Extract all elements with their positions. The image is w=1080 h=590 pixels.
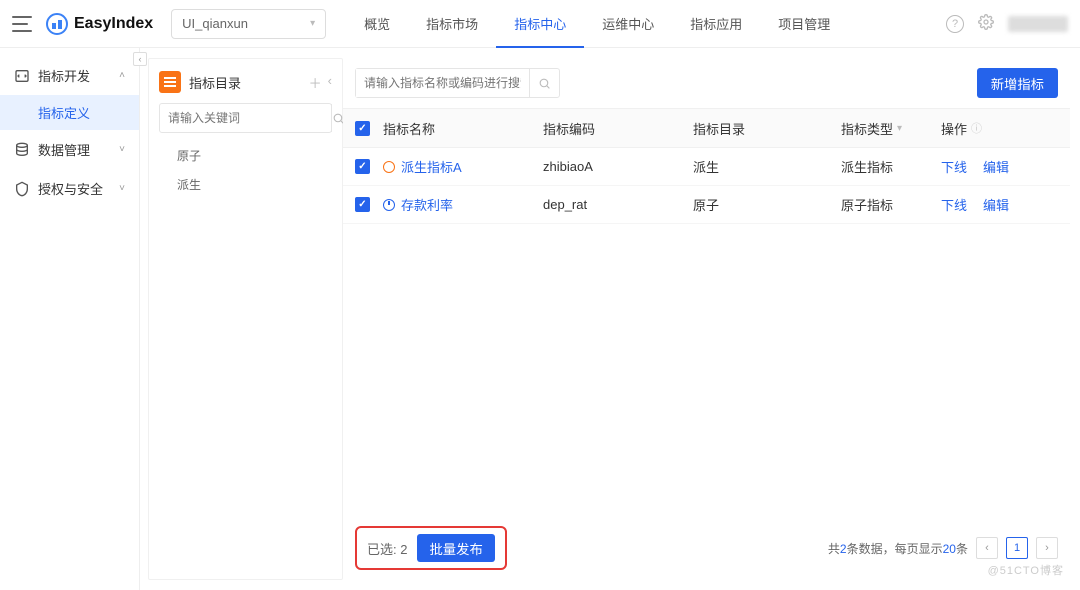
directory-tree: 指标目录 ＋ ‹ 原子 派生 (148, 58, 343, 580)
add-folder-icon[interactable]: ＋ (309, 73, 322, 92)
metric-name-link[interactable]: 存款利率 (401, 195, 453, 214)
table-row: 存款利率 dep_rat 原子 原子指标 下线 编辑 (343, 186, 1070, 224)
metric-dir: 原子 (693, 195, 841, 214)
sidebar-sub-definition[interactable]: 指标定义 (0, 95, 139, 130)
database-icon (14, 142, 30, 158)
sidebar-collapse-icon[interactable]: ‹ (133, 52, 147, 66)
metric-code: zhibiaoA (543, 159, 693, 174)
logo-icon (46, 13, 68, 35)
main-search-input[interactable] (356, 69, 529, 97)
sidebar-item-dev[interactable]: 指标开发 ˄ (0, 56, 139, 95)
search-icon[interactable] (529, 69, 559, 97)
project-select-value: UI_qianxun (182, 16, 248, 31)
nav-overview[interactable]: 概览 (346, 0, 408, 48)
help-icon[interactable]: ? (946, 15, 964, 33)
brand-logo: EasyIndex (46, 13, 153, 35)
watermark: @51CTO博客 (988, 562, 1064, 578)
chevron-down-icon: ˅ (119, 144, 125, 155)
page-number-button[interactable]: 1 (1006, 537, 1028, 559)
col-type[interactable]: 指标类型▾ (841, 119, 941, 138)
nav-market[interactable]: 指标市场 (408, 0, 496, 48)
col-code[interactable]: 指标编码 (543, 119, 693, 138)
next-page-button[interactable]: › (1036, 537, 1058, 559)
nav-ops[interactable]: 运维中心 (584, 0, 672, 48)
help-icon[interactable]: ⓘ (971, 120, 982, 136)
pagination: 共2条数据，每页显示20条 ‹ 1 › (828, 537, 1058, 559)
top-nav: 概览 指标市场 指标中心 运维中心 指标应用 项目管理 (346, 0, 848, 48)
tree-item-atomic[interactable]: 原子 (159, 141, 332, 170)
project-select[interactable]: UI_qianxun ▾ (171, 9, 326, 39)
prev-page-button[interactable]: ‹ (976, 537, 998, 559)
status-draft-icon (383, 161, 395, 173)
sidebar-item-data[interactable]: 数据管理 ˅ (0, 130, 139, 169)
user-name[interactable] (1008, 16, 1068, 32)
table-header: 指标名称 指标编码 指标目录 指标类型▾ 操作ⓘ (343, 108, 1070, 148)
metric-type: 派生指标 (841, 157, 941, 176)
metric-type: 原子指标 (841, 195, 941, 214)
offline-link[interactable]: 下线 (941, 195, 967, 214)
shield-icon (14, 181, 30, 197)
batch-publish-button[interactable]: 批量发布 (417, 534, 494, 562)
collapse-tree-icon[interactable]: ‹ (328, 73, 332, 92)
sidebar-item-security[interactable]: 授权与安全 ˅ (0, 169, 139, 208)
tree-search-input[interactable] (160, 104, 331, 132)
select-all-checkbox[interactable] (355, 121, 370, 136)
filter-icon[interactable]: ▾ (897, 123, 902, 134)
selected-count: 已选: 2 (367, 539, 407, 558)
metric-code: dep_rat (543, 197, 693, 212)
col-ops: 操作ⓘ (941, 119, 1058, 138)
batch-action-box: 已选: 2 批量发布 (355, 526, 507, 570)
row-checkbox[interactable] (355, 159, 370, 174)
chevron-up-icon: ˄ (119, 70, 125, 81)
table-row: 派生指标A zhibiaoA 派生 派生指标 下线 编辑 (343, 148, 1070, 186)
pager-summary: 共2条数据，每页显示20条 (828, 540, 968, 557)
brand-name: EasyIndex (74, 15, 153, 33)
col-name[interactable]: 指标名称 (383, 119, 543, 138)
tree-title: 指标目录 (189, 73, 241, 92)
menu-toggle-icon[interactable] (12, 16, 32, 32)
tree-search (159, 103, 332, 133)
edit-link[interactable]: 编辑 (983, 157, 1009, 176)
status-pending-icon (383, 199, 395, 211)
add-metric-button[interactable]: 新增指标 (977, 68, 1058, 98)
tree-item-derived[interactable]: 派生 (159, 170, 332, 199)
dev-icon (14, 68, 30, 84)
offline-link[interactable]: 下线 (941, 157, 967, 176)
edit-link[interactable]: 编辑 (983, 195, 1009, 214)
col-dir[interactable]: 指标目录 (693, 119, 841, 138)
gear-icon[interactable] (978, 14, 994, 33)
metric-dir: 派生 (693, 157, 841, 176)
nav-apps[interactable]: 指标应用 (672, 0, 760, 48)
chevron-down-icon: ▾ (310, 18, 315, 29)
main-content: 新增指标 指标名称 指标编码 指标目录 指标类型▾ 操作ⓘ 派生指标A zhib… (343, 58, 1070, 580)
main-search (355, 68, 560, 98)
list-icon (159, 71, 181, 93)
nav-center[interactable]: 指标中心 (496, 0, 584, 48)
nav-project[interactable]: 项目管理 (760, 0, 848, 48)
sidebar: ‹ 指标开发 ˄ 指标定义 数据管理 ˅ 授权与安全 ˅ (0, 48, 140, 590)
chevron-down-icon: ˅ (119, 183, 125, 194)
metric-name-link[interactable]: 派生指标A (401, 157, 462, 176)
row-checkbox[interactable] (355, 197, 370, 212)
